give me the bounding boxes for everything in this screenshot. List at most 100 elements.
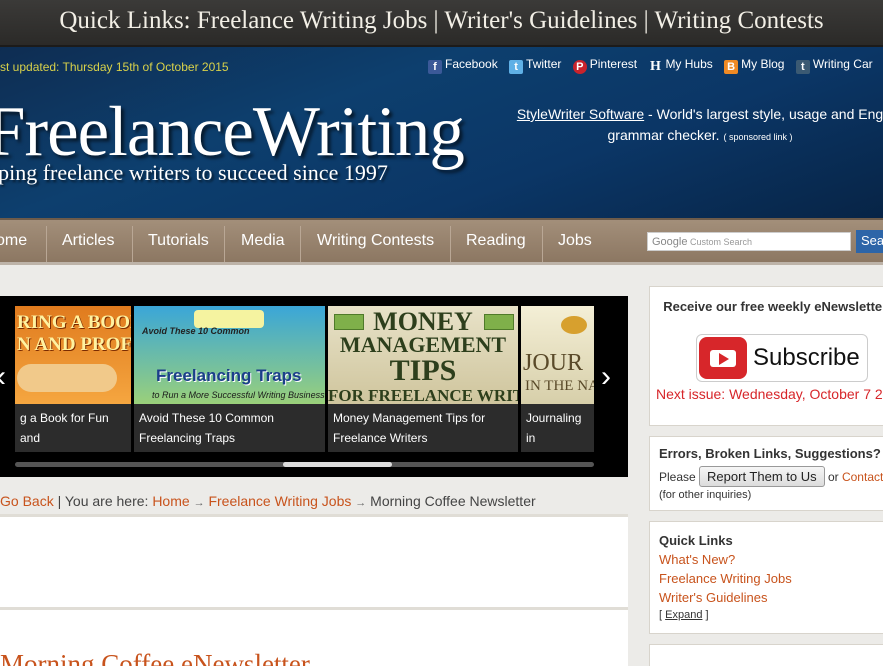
slide-image: JOUR IN THE NA <box>521 306 594 404</box>
expand-control: [ Expand ] <box>659 609 709 621</box>
chevron-left-icon[interactable]: ‹ <box>0 360 6 394</box>
search-button[interactable]: Sea <box>856 230 883 253</box>
sponsored-promo: StyleWriter Software - World's largest s… <box>505 104 883 148</box>
newsletter-box: Receive our free weekly eNewsletters: Su… <box>649 286 883 426</box>
last-updated: st updated: Thursday 15th of October 201… <box>0 60 229 74</box>
quick-link-guidelines[interactable]: Writer's Guidelines <box>444 7 637 34</box>
google-brand: Google <box>652 236 688 248</box>
quick-links-prefix: Quick Links: <box>59 7 191 34</box>
facebook-link[interactable]: f Facebook <box>428 57 498 74</box>
quick-link-contests[interactable]: Writing Contests <box>654 7 823 34</box>
chevron-right-icon[interactable]: › <box>601 360 611 394</box>
breadcrumb-label: | You are here: <box>53 493 153 509</box>
nav-home[interactable]: ome <box>0 232 27 250</box>
site-header: st updated: Thursday 15th of October 201… <box>0 47 883 218</box>
nav-divider <box>300 226 301 262</box>
breadcrumb-jobs[interactable]: Freelance Writing Jobs <box>208 493 351 509</box>
slide-freelancing-traps[interactable]: Avoid These 10 Common Freelancing Traps … <box>134 306 325 452</box>
facebook-label: Facebook <box>445 57 498 71</box>
twitter-link[interactable]: t Twitter <box>509 57 561 74</box>
nav-divider <box>542 226 543 262</box>
slide-money-management[interactable]: MONEY MANAGEMENT TIPS FOR FREELANCE WRIT… <box>328 306 518 452</box>
main-nav: ome Articles Tutorials Media Writing Con… <box>0 218 883 265</box>
sponsored-label: ( sponsored link ) <box>723 132 793 142</box>
twitter-label: Twitter <box>526 57 562 71</box>
slide-image: Avoid These 10 Common Freelancing Traps … <box>134 306 325 404</box>
quick-links-box: Quick Links What's New? Freelance Writin… <box>649 521 883 634</box>
quick-links-title: Quick Links <box>659 533 733 548</box>
sidebar-link-jobs[interactable]: Freelance Writing Jobs <box>659 571 883 586</box>
errors-box: Errors, Broken Links, Suggestions? Pleas… <box>649 436 883 511</box>
search-input[interactable]: Google Custom Search <box>647 232 851 251</box>
nav-articles[interactable]: Articles <box>62 232 114 250</box>
hubpages-link[interactable]: H My Hubs <box>648 57 713 74</box>
nav-tutorials[interactable]: Tutorials <box>148 232 209 250</box>
errors-title: Errors, Broken Links, Suggestions? <box>659 446 881 461</box>
arrow-right-icon: → <box>193 497 205 509</box>
bird-image <box>561 316 587 334</box>
nav-divider <box>224 226 225 262</box>
other-inquiries-text: (for other inquiries) <box>659 489 752 501</box>
go-back-link[interactable]: Go Back <box>0 493 54 509</box>
blog-label: My Blog <box>741 57 785 71</box>
report-line: Please Report Them to Us or Contact <box>659 466 883 487</box>
nav-reading[interactable]: Reading <box>466 232 526 250</box>
breadcrumb: Go Back | You are here: Home → Freelance… <box>0 493 536 509</box>
quick-links-text: Quick Links: Freelance Writing Jobs | Wr… <box>0 7 883 35</box>
slide-art-text: to Run a More Successful Writing Busines… <box>152 390 325 400</box>
promo-link[interactable]: StyleWriter Software <box>517 106 644 122</box>
handshake-image <box>17 364 117 392</box>
sidebar-link-whats-new[interactable]: What's New? <box>659 552 883 567</box>
slide-book[interactable]: RING A BOOKN AND PROFIT g a Book for Fun… <box>15 306 131 452</box>
pinterest-link[interactable]: P Pinterest <box>572 57 638 74</box>
twitter-icon: t <box>509 60 524 74</box>
blog-link[interactable]: B My Blog <box>724 57 784 74</box>
content-area <box>0 517 628 607</box>
slider-scroll-thumb[interactable] <box>283 462 392 467</box>
hubpages-label: My Hubs <box>665 57 713 71</box>
or-text: or <box>824 470 842 484</box>
slide-journaling[interactable]: JOUR IN THE NA Journaling in <box>521 306 594 452</box>
hubpages-icon: H <box>649 59 661 74</box>
youtube-play-icon <box>699 337 747 379</box>
tumblr-link[interactable]: t Writing Car <box>795 57 873 74</box>
slide-art-text: JOUR <box>523 350 584 376</box>
slider-scrollbar[interactable] <box>15 462 594 467</box>
site-tagline: lping freelance writers to succeed since… <box>0 160 388 185</box>
contact-link[interactable]: Contact <box>842 470 883 484</box>
expand-link[interactable]: Expand <box>665 609 702 621</box>
slide-art-text: Freelancing Traps <box>156 366 302 385</box>
subscribe-button[interactable]: Subscribe <box>696 334 868 382</box>
slide-art-text: MONEY <box>373 307 473 336</box>
arrow-right-icon: → <box>355 497 367 509</box>
slide-caption: Money Management Tips for Freelance Writ… <box>328 404 518 452</box>
slide-art-text: Avoid These 10 Common <box>142 326 250 336</box>
slide-image: MONEY MANAGEMENT TIPS FOR FREELANCE WRIT… <box>328 306 518 405</box>
social-links: f Facebook t Twitter P Pinterest H My Hubs B… <box>428 57 881 74</box>
newsletter-title: Receive our free weekly eNewsletters: <box>663 299 883 314</box>
pinterest-label: Pinterest <box>589 57 638 71</box>
nav-divider <box>450 226 451 262</box>
slide-image: RING A BOOKN AND PROFIT <box>15 306 131 404</box>
breadcrumb-current: Morning Coffee Newsletter <box>370 493 536 509</box>
search-placeholder: Custom Search <box>690 237 753 247</box>
slide-caption: Journaling in <box>521 404 594 452</box>
nav-writing-contests[interactable]: Writing Contests <box>317 232 434 250</box>
sidebar-link-guidelines[interactable]: Writer's Guidelines <box>659 590 883 605</box>
quick-links-bar: Quick Links: Freelance Writing Jobs | Wr… <box>0 0 883 47</box>
nav-media[interactable]: Media <box>241 232 285 250</box>
breadcrumb-home[interactable]: Home <box>152 493 189 509</box>
nav-jobs[interactable]: Jobs <box>558 232 592 250</box>
sidebar-box <box>649 644 883 666</box>
next-issue-text: Next issue: Wednesday, October 7 2015 <box>655 386 883 402</box>
separator: | <box>643 7 649 34</box>
slide-caption: Avoid These 10 Common Freelancing Traps <box>134 404 325 452</box>
pinterest-icon: P <box>572 60 587 74</box>
slide-art-text: IN THE NA <box>525 378 594 394</box>
subscribe-label: Subscribe <box>753 344 860 371</box>
blogger-icon: B <box>724 60 739 74</box>
quick-link-jobs[interactable]: Freelance Writing Jobs <box>197 7 427 34</box>
tumblr-label: Writing Car <box>812 57 873 71</box>
please-text: Please <box>659 470 700 484</box>
report-button[interactable]: Report Them to Us <box>699 466 825 487</box>
